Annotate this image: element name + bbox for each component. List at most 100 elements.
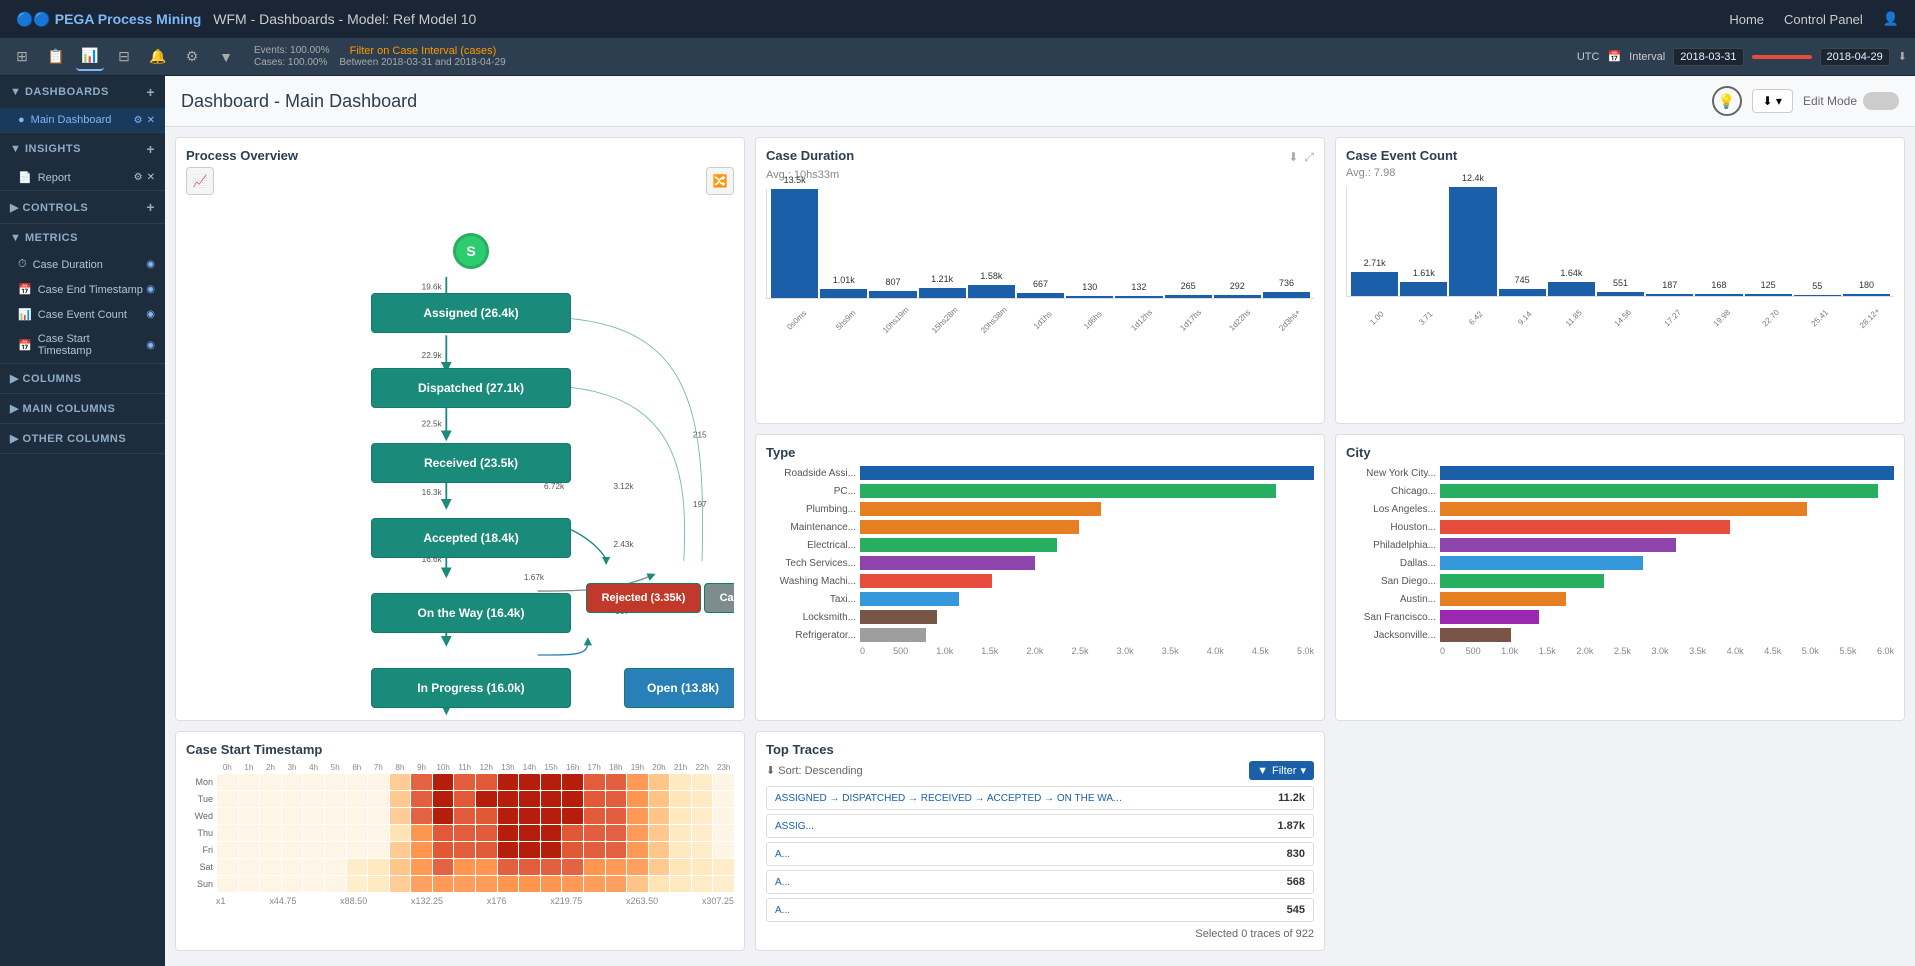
heatmap-cell[interactable] (670, 774, 691, 790)
heatmap-cell[interactable] (433, 842, 454, 858)
heatmap-cell[interactable] (217, 808, 238, 824)
heatmap-cell[interactable] (347, 774, 368, 790)
heatmap-cell[interactable] (411, 876, 432, 892)
heatmap-cell[interactable] (433, 791, 454, 807)
heatmap-cell[interactable] (562, 791, 583, 807)
edit-mode-switch[interactable] (1863, 92, 1899, 110)
bar-1[interactable]: 1.01k (820, 289, 867, 298)
heatmap-cell[interactable] (260, 791, 281, 807)
ec-bar-7[interactable]: 168 (1695, 294, 1742, 296)
heatmap-cell[interactable] (519, 859, 540, 875)
heatmap-cell[interactable] (217, 842, 238, 858)
heatmap-cell[interactable] (260, 876, 281, 892)
node-rejected[interactable]: Rejected (3.35k) (586, 583, 701, 613)
heatmap-cell[interactable] (627, 825, 648, 841)
heatmap-cell[interactable] (713, 825, 734, 841)
sidebar-metrics-header[interactable]: ▼ METRICS (0, 224, 165, 252)
city-bar-6[interactable]: San Diego... (1346, 574, 1894, 588)
heatmap-cell[interactable] (411, 825, 432, 841)
heatmap-cell[interactable] (670, 842, 691, 858)
add-control-icon[interactable]: + (146, 199, 155, 215)
node-open[interactable]: Open (13.8k) (624, 668, 734, 708)
settings-icon[interactable]: ⚙ (134, 115, 143, 126)
ec-bar-1[interactable]: 1.61k (1400, 282, 1447, 296)
trace-item-1[interactable]: ASSIG... 1.87k (766, 814, 1314, 838)
download-duration-icon[interactable]: ⬇ (1288, 150, 1298, 165)
ec-bar-4[interactable]: 1.64k (1548, 282, 1595, 296)
heatmap-cell[interactable] (476, 808, 497, 824)
sidebar-controls-header[interactable]: ▶ CONTROLS + (0, 191, 165, 223)
toolbar-icon-chart[interactable]: 📊 (76, 43, 104, 71)
heatmap-cell[interactable] (541, 859, 562, 875)
sidebar-dashboards-header[interactable]: ▼ DASHBOARDS + (0, 76, 165, 108)
heatmap-cell[interactable] (692, 842, 713, 858)
trace-item-2[interactable]: A... 830 (766, 842, 1314, 866)
heatmap-cell[interactable] (627, 876, 648, 892)
heatmap-cell[interactable] (282, 842, 303, 858)
heatmap-cell[interactable] (649, 876, 670, 892)
bar-3[interactable]: 1.21k (919, 288, 966, 298)
heatmap-cell[interactable] (476, 791, 497, 807)
heatmap-cell[interactable] (476, 825, 497, 841)
heatmap-cell[interactable] (411, 859, 432, 875)
toolbar-icon-grid[interactable]: ⊟ (110, 43, 138, 71)
heatmap-cell[interactable] (390, 808, 411, 824)
download-button[interactable]: ⬇ ▾ (1752, 89, 1793, 113)
heatmap-cell[interactable] (433, 774, 454, 790)
traces-filter-button[interactable]: ▼ Filter ▾ (1249, 761, 1314, 780)
heatmap-cell[interactable] (541, 876, 562, 892)
heatmap-cell[interactable] (347, 876, 368, 892)
heatmap-cell[interactable] (454, 808, 475, 824)
heatmap-cell[interactable] (627, 842, 648, 858)
add-insight-icon[interactable]: + (146, 141, 155, 157)
heatmap-cell[interactable] (239, 842, 260, 858)
type-bar-3[interactable]: Maintenance... (766, 520, 1314, 534)
heatmap-cell[interactable] (519, 791, 540, 807)
node-dispatched[interactable]: Dispatched (27.1k) (371, 368, 571, 408)
heatmap-cell[interactable] (433, 876, 454, 892)
heatmap-cell[interactable] (606, 825, 627, 841)
heatmap-cell[interactable] (368, 842, 389, 858)
heatmap-cell[interactable] (670, 876, 691, 892)
heatmap-cell[interactable] (303, 774, 324, 790)
heatmap-cell[interactable] (454, 791, 475, 807)
node-cancelled[interactable]: Canceled (1.22k) (704, 583, 734, 613)
delete-icon[interactable]: ✕ (147, 115, 155, 126)
heatmap-cell[interactable] (217, 774, 238, 790)
heatmap-cell[interactable] (303, 808, 324, 824)
sidebar-item-case-duration[interactable]: ⏱ Case Duration ◉ (0, 252, 165, 277)
heatmap-cell[interactable] (347, 791, 368, 807)
expand-duration-icon[interactable]: ⤢ (1304, 150, 1314, 165)
type-bar-8[interactable]: Locksmith... (766, 610, 1314, 624)
node-ontheway[interactable]: On the Way (16.4k) (371, 593, 571, 633)
heatmap-cell[interactable] (454, 876, 475, 892)
heatmap-cell[interactable] (692, 791, 713, 807)
heatmap-cell[interactable] (390, 876, 411, 892)
type-bar-5[interactable]: Tech Services... (766, 556, 1314, 570)
heatmap-cell[interactable] (584, 842, 605, 858)
heatmap-cell[interactable] (303, 791, 324, 807)
heatmap-cell[interactable] (433, 808, 454, 824)
sidebar-item-case-end-timestamp[interactable]: 📅 Case End Timestamp ◉ (0, 277, 165, 302)
heatmap-cell[interactable] (541, 774, 562, 790)
toolbar-icon-bell[interactable]: 🔔 (144, 43, 172, 71)
heatmap-cell[interactable] (692, 825, 713, 841)
heatmap-cell[interactable] (649, 774, 670, 790)
heatmap-cell[interactable] (606, 842, 627, 858)
heatmap-cell[interactable] (217, 791, 238, 807)
heatmap-cell[interactable] (282, 791, 303, 807)
heatmap-cell[interactable] (260, 825, 281, 841)
heatmap-cell[interactable] (476, 774, 497, 790)
heatmap-cell[interactable] (498, 791, 519, 807)
heatmap-cell[interactable] (347, 825, 368, 841)
download-icon[interactable]: ⬇ (1898, 50, 1907, 63)
heatmap-cell[interactable] (584, 876, 605, 892)
heatmap-cell[interactable] (606, 791, 627, 807)
ec-bar-8[interactable]: 125 (1745, 294, 1792, 296)
date-from[interactable]: 2018-03-31 (1673, 48, 1743, 66)
heatmap-cell[interactable] (303, 859, 324, 875)
heatmap-cell[interactable] (368, 859, 389, 875)
bar-8[interactable]: 265 (1165, 295, 1212, 298)
metric-config4-icon[interactable]: ◉ (146, 340, 155, 351)
heatmap-cell[interactable] (368, 876, 389, 892)
